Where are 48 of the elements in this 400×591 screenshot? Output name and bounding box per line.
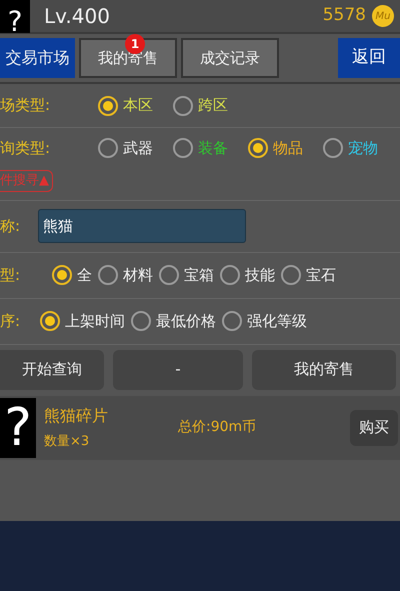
field-label: 型: bbox=[0, 264, 22, 286]
radio-button[interactable] bbox=[173, 138, 193, 158]
action-button[interactable]: 开始查询 bbox=[0, 350, 104, 390]
option-label[interactable]: 强化等级 bbox=[247, 310, 307, 332]
option-label[interactable]: 本区 bbox=[123, 94, 153, 117]
action-button[interactable]: - bbox=[113, 350, 243, 390]
item-image: ? bbox=[0, 398, 36, 458]
option-label[interactable]: 跨区 bbox=[198, 94, 228, 117]
radio-button[interactable] bbox=[159, 265, 179, 285]
radio-button[interactable] bbox=[222, 311, 242, 331]
radio-button[interactable] bbox=[40, 311, 60, 331]
option-label[interactable]: 宝石 bbox=[306, 264, 336, 286]
option-label[interactable]: 最低价格 bbox=[156, 310, 216, 332]
field-label: 序: bbox=[0, 310, 22, 332]
field-label: 场类型: bbox=[0, 95, 52, 116]
option-label[interactable]: 上架时间 bbox=[65, 310, 125, 332]
option-label[interactable]: 物品 bbox=[273, 136, 303, 160]
coin-count: 5578 bbox=[322, 4, 366, 28]
item-quantity: 数量×3 bbox=[44, 432, 90, 451]
radio-button[interactable] bbox=[98, 96, 118, 116]
avatar-image: ? bbox=[0, 0, 30, 33]
field-label: 询类型: bbox=[0, 138, 52, 159]
radio-button[interactable] bbox=[323, 138, 343, 158]
option-label[interactable]: 全 bbox=[77, 264, 92, 286]
radio-button[interactable] bbox=[248, 138, 268, 158]
option-label[interactable]: 材料 bbox=[123, 264, 153, 286]
radio-button[interactable] bbox=[98, 265, 118, 285]
option-label[interactable]: 技能 bbox=[245, 264, 275, 286]
tab[interactable]: 交易市场 bbox=[0, 38, 75, 78]
radio-button[interactable] bbox=[131, 311, 151, 331]
buy-button[interactable]: 购买 bbox=[350, 410, 398, 446]
option-label[interactable]: 武器 bbox=[123, 136, 153, 160]
radio-button[interactable] bbox=[220, 265, 240, 285]
item-price: 总价:90m币 bbox=[178, 418, 256, 437]
name-field[interactable]: 熊猫 bbox=[38, 209, 246, 243]
back-button[interactable]: 返回 bbox=[338, 38, 400, 78]
tab[interactable]: 成交记录 bbox=[181, 38, 279, 78]
radio-button[interactable] bbox=[281, 265, 301, 285]
radio-button[interactable] bbox=[98, 138, 118, 158]
radio-button[interactable] bbox=[52, 265, 72, 285]
coin-icon: Mu bbox=[372, 5, 394, 27]
player-level: Lv.400 bbox=[44, 3, 110, 30]
action-button[interactable]: 我的寄售 bbox=[252, 350, 396, 390]
item-name: 熊猫碎片 bbox=[44, 404, 108, 427]
option-label[interactable]: 宠物 bbox=[348, 136, 378, 160]
option-label[interactable]: 宝箱 bbox=[184, 264, 214, 286]
field-label: 称: bbox=[0, 216, 22, 237]
radio-button[interactable] bbox=[173, 96, 193, 116]
